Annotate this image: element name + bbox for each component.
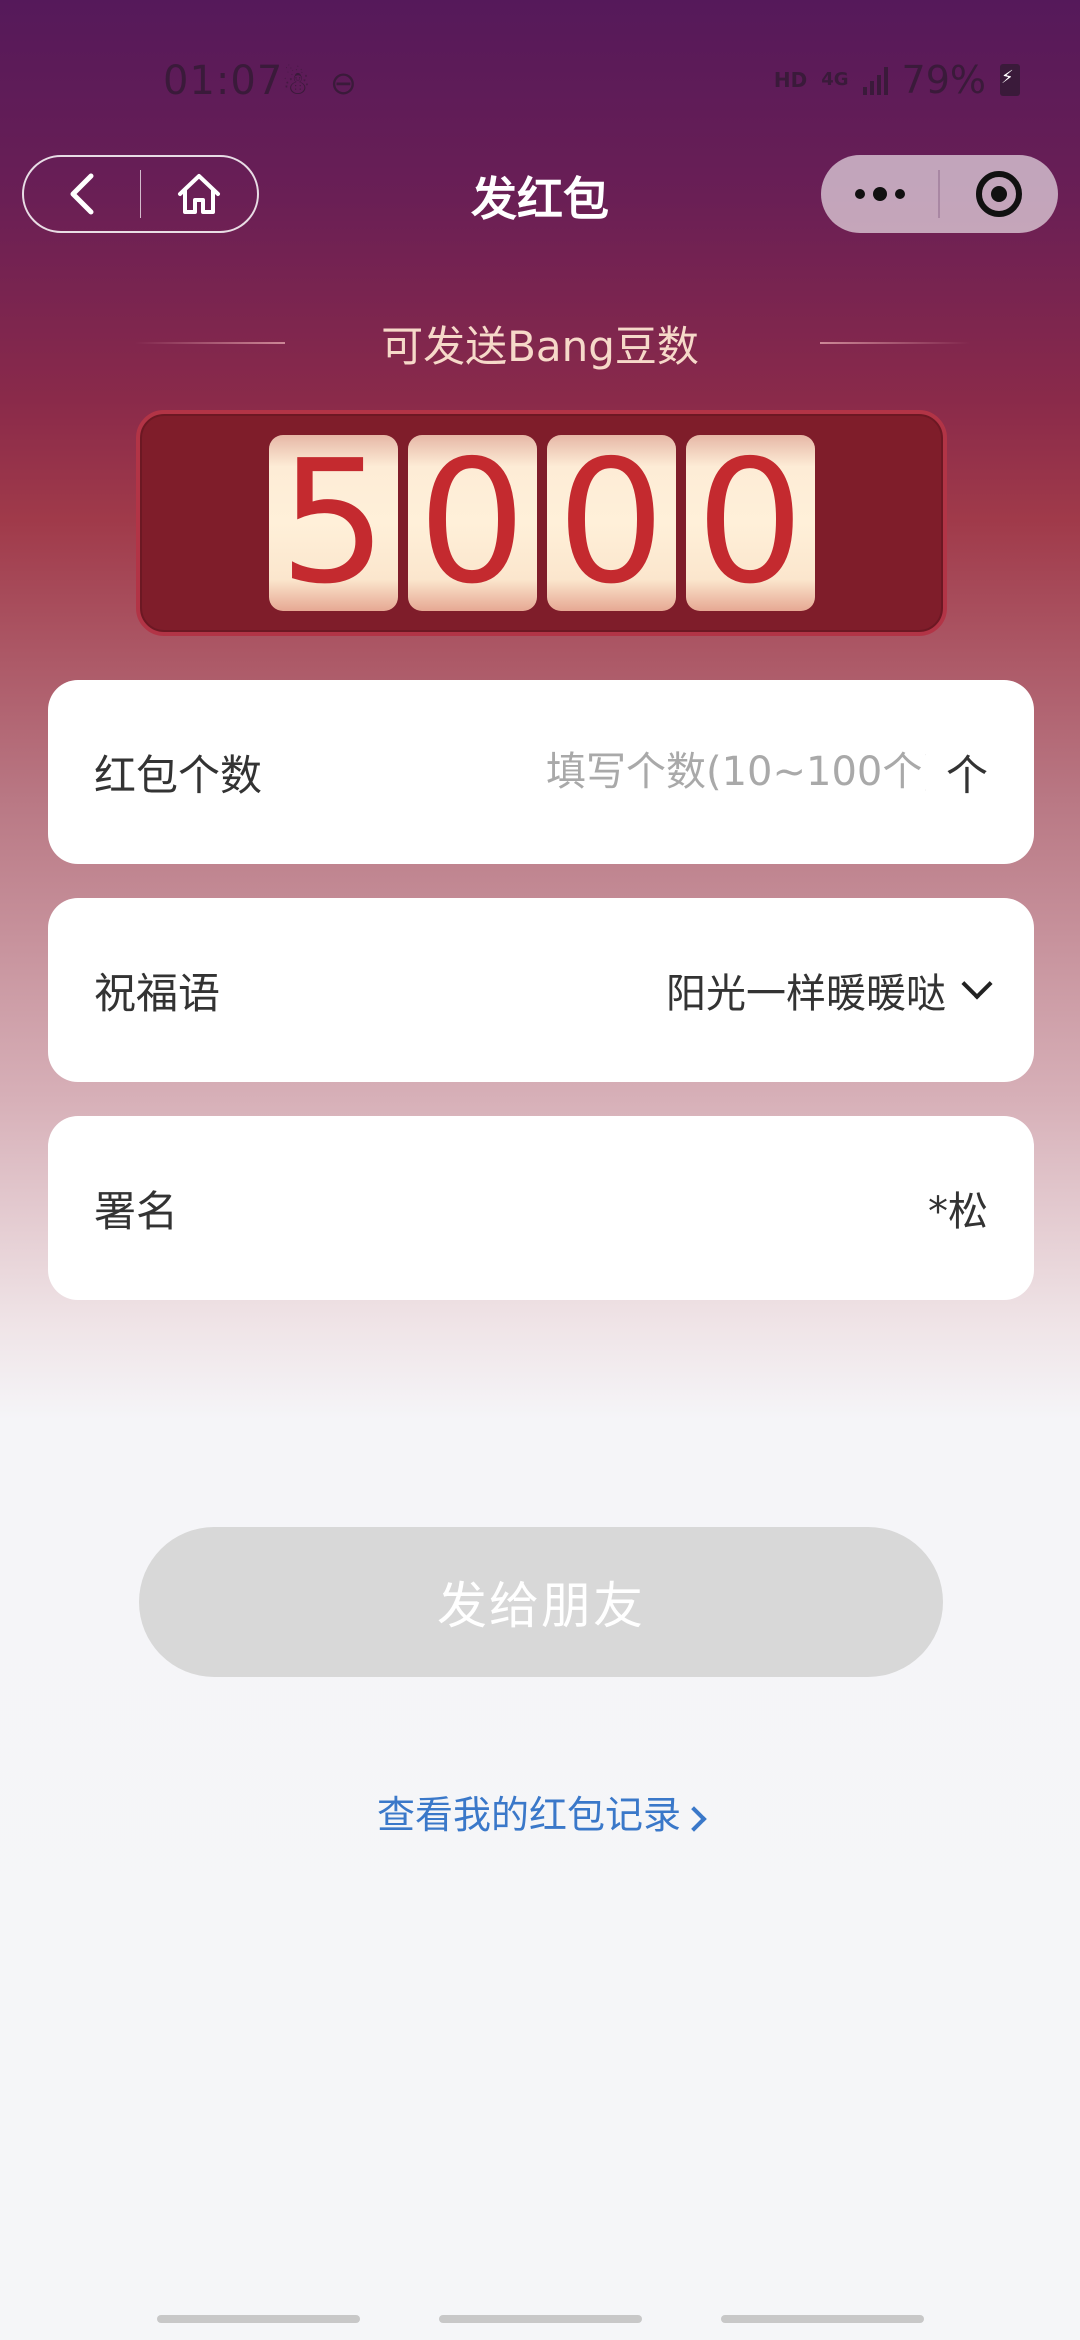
- blessing-label: 祝福语: [94, 968, 221, 1018]
- records-link-label[interactable]: 查看我的红包记录: [377, 1793, 681, 1837]
- nav-indicator[interactable]: [439, 2315, 642, 2323]
- nav-indicator[interactable]: [157, 2315, 360, 2323]
- status-bar: 01:07 ☃ ⊖ HD 4G 79%: [0, 58, 1080, 106]
- balance-digit: 0: [685, 435, 815, 611]
- signal-icon: [862, 65, 888, 95]
- chevron-down-icon: [961, 968, 993, 1000]
- nav-bar: 发红包: [0, 155, 1080, 235]
- records-link[interactable]: 查看我的红包记录: [0, 1784, 1080, 1839]
- packet-count-label: 红包个数: [94, 750, 263, 800]
- balance-digit: 5: [268, 435, 398, 611]
- packet-count-input[interactable]: [545, 749, 926, 795]
- decor-line-right: [820, 342, 970, 344]
- nav-capsule-right: [821, 155, 1058, 233]
- more-button[interactable]: [821, 155, 938, 233]
- packet-count-card: 红包个数 个: [48, 680, 1034, 864]
- chevron-right-icon: [681, 1806, 707, 1832]
- send-to-friends-button[interactable]: 发给朋友: [139, 1527, 943, 1677]
- signature-value[interactable]: *松: [928, 1179, 988, 1237]
- do-not-disturb-icon: ⊖: [330, 64, 357, 102]
- battery-percent: 79%: [901, 58, 986, 102]
- signature-label: 署名: [94, 1186, 179, 1236]
- close-miniprogram-button[interactable]: [940, 155, 1057, 233]
- notification-icon: ☃: [282, 64, 311, 102]
- balance-digit: 0: [546, 435, 676, 611]
- balance-counter: 5 0 0 0: [136, 410, 947, 636]
- balance-digit: 0: [407, 435, 537, 611]
- more-dots-icon: [854, 187, 905, 201]
- nav-indicator[interactable]: [721, 2315, 924, 2323]
- target-circle-icon: [975, 171, 1022, 217]
- network-type: 4G: [821, 69, 849, 90]
- status-right: HD 4G 79%: [774, 58, 1020, 102]
- blessing-card[interactable]: 祝福语 阳光一样暖暖哒: [48, 898, 1034, 1082]
- blessing-value: 阳光一样暖暖哒: [666, 971, 946, 1017]
- blessing-select[interactable]: 阳光一样暖暖哒: [666, 961, 993, 1019]
- packet-count-unit: 个: [945, 750, 988, 800]
- battery-charging-icon: [1000, 64, 1020, 96]
- signature-card[interactable]: 署名 *松: [48, 1116, 1034, 1300]
- hd-indicator: HD: [773, 68, 808, 92]
- status-time: 01:07: [163, 58, 284, 104]
